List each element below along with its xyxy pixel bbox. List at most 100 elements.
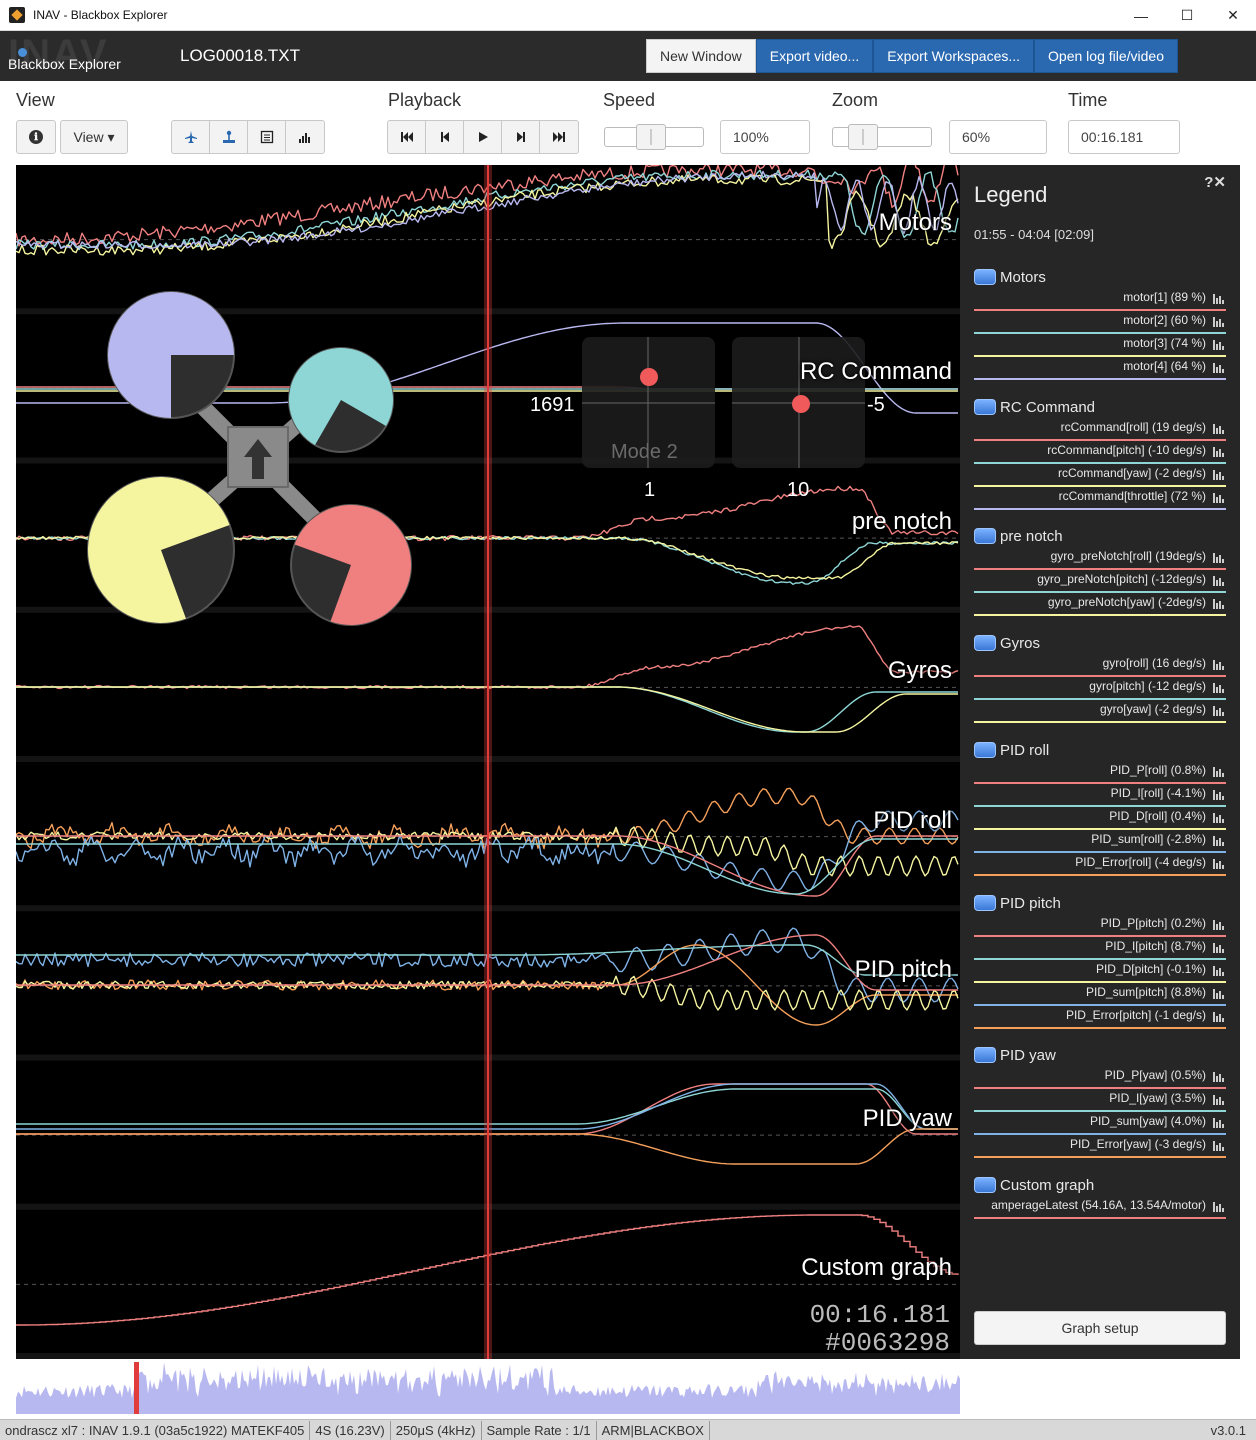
legend-group-header[interactable]: Custom graph bbox=[974, 1173, 1226, 1197]
spectrum-icon[interactable] bbox=[1213, 317, 1224, 327]
legend-item[interactable]: amperageLatest (54.16A, 13.54A/motor) bbox=[974, 1197, 1226, 1220]
speed-slider[interactable] bbox=[604, 124, 704, 150]
legend-item[interactable]: rcCommand[yaw] (-2 deg/s) bbox=[974, 465, 1226, 488]
spectrum-icon[interactable] bbox=[1213, 340, 1224, 350]
spectrum-icon[interactable] bbox=[1213, 813, 1224, 823]
legend-group-toggle[interactable] bbox=[974, 1047, 996, 1063]
legend-item[interactable]: rcCommand[roll] (19 deg/s) bbox=[974, 419, 1226, 442]
spectrum-icon[interactable] bbox=[1213, 294, 1224, 304]
spectrum-icon[interactable] bbox=[1213, 493, 1224, 503]
legend-item[interactable]: PID_I[yaw] (3.5%) bbox=[974, 1090, 1226, 1113]
zoom-slider-handle[interactable] bbox=[848, 124, 878, 150]
legend-item[interactable]: gyro[yaw] (-2 deg/s) bbox=[974, 701, 1226, 724]
table-view-button[interactable] bbox=[248, 121, 286, 153]
spectrum-icon[interactable] bbox=[1213, 966, 1224, 976]
spectrum-icon[interactable] bbox=[1213, 470, 1224, 480]
play-button[interactable] bbox=[464, 121, 502, 153]
legend-group-toggle[interactable] bbox=[974, 635, 996, 651]
legend-item[interactable]: PID_I[pitch] (8.7%) bbox=[974, 938, 1226, 961]
seek-bar[interactable] bbox=[16, 1362, 960, 1414]
speed-input[interactable]: 100% bbox=[720, 120, 810, 154]
spectrum-icon[interactable] bbox=[1213, 599, 1224, 609]
zoom-input[interactable]: 60% bbox=[949, 120, 1047, 154]
spectrum-view-button[interactable] bbox=[286, 121, 324, 153]
legend-item[interactable]: PID_D[pitch] (-0.1%) bbox=[974, 961, 1226, 984]
legend-item[interactable]: motor[1] (89 %) bbox=[974, 289, 1226, 312]
minimize-button[interactable]: — bbox=[1118, 0, 1164, 31]
step-back-button[interactable] bbox=[426, 121, 464, 153]
legend-item[interactable]: PID_Error[yaw] (-3 deg/s) bbox=[974, 1136, 1226, 1159]
spectrum-icon[interactable] bbox=[1213, 943, 1224, 953]
legend-help-close-icon[interactable]: ?✕ bbox=[1204, 173, 1226, 191]
new-window-button[interactable]: New Window bbox=[646, 39, 756, 73]
legend-item[interactable]: motor[3] (74 %) bbox=[974, 335, 1226, 358]
spectrum-icon[interactable] bbox=[1213, 859, 1224, 869]
jump-start-button[interactable] bbox=[388, 121, 426, 153]
zoom-slider[interactable] bbox=[832, 124, 932, 150]
legend-item[interactable]: motor[2] (60 %) bbox=[974, 312, 1226, 335]
view-dropdown-button[interactable]: View ▾ bbox=[60, 120, 128, 154]
legend-item[interactable]: gyro_preNotch[roll] (19deg/s) bbox=[974, 548, 1226, 571]
legend-group-header[interactable]: Motors bbox=[974, 265, 1226, 289]
spectrum-icon[interactable] bbox=[1213, 363, 1224, 373]
legend-group-toggle[interactable] bbox=[974, 1177, 996, 1193]
legend-item[interactable]: PID_P[yaw] (0.5%) bbox=[974, 1067, 1226, 1090]
legend-item[interactable]: PID_D[roll] (0.4%) bbox=[974, 808, 1226, 831]
legend-item[interactable]: PID_sum[roll] (-2.8%) bbox=[974, 831, 1226, 854]
legend-item[interactable]: rcCommand[throttle] (72 %) bbox=[974, 488, 1226, 511]
sticks-view-button[interactable] bbox=[210, 121, 248, 153]
legend-item[interactable]: PID_P[roll] (0.8%) bbox=[974, 762, 1226, 785]
spectrum-icon[interactable] bbox=[1213, 1072, 1224, 1082]
spectrum-icon[interactable] bbox=[1213, 660, 1224, 670]
legend-item[interactable]: gyro[pitch] (-12 deg/s) bbox=[974, 678, 1226, 701]
spectrum-icon[interactable] bbox=[1213, 1095, 1224, 1105]
spectrum-icon[interactable] bbox=[1213, 1118, 1224, 1128]
spectrum-icon[interactable] bbox=[1213, 790, 1224, 800]
legend-group-toggle[interactable] bbox=[974, 269, 996, 285]
spectrum-icon[interactable] bbox=[1213, 706, 1224, 716]
legend-group-toggle[interactable] bbox=[974, 895, 996, 911]
legend-item[interactable]: gyro_preNotch[pitch] (-12deg/s) bbox=[974, 571, 1226, 594]
legend-group-toggle[interactable] bbox=[974, 742, 996, 758]
spectrum-icon[interactable] bbox=[1213, 1202, 1224, 1212]
open-log-button[interactable]: Open log file/video bbox=[1034, 39, 1178, 73]
legend-item[interactable]: gyro_preNotch[yaw] (-2deg/s) bbox=[974, 594, 1226, 617]
spectrum-icon[interactable] bbox=[1213, 576, 1224, 586]
spectrum-icon[interactable] bbox=[1213, 424, 1224, 434]
legend-group-header[interactable]: Gyros bbox=[974, 631, 1226, 655]
legend-item[interactable]: rcCommand[pitch] (-10 deg/s) bbox=[974, 442, 1226, 465]
legend-item[interactable]: motor[4] (64 %) bbox=[974, 358, 1226, 381]
legend-group-toggle[interactable] bbox=[974, 528, 996, 544]
legend-item[interactable]: PID_sum[yaw] (4.0%) bbox=[974, 1113, 1226, 1136]
export-video-button[interactable]: Export video... bbox=[755, 39, 874, 73]
seek-bar-cursor[interactable] bbox=[134, 1362, 139, 1414]
legend-group-header[interactable]: PID yaw bbox=[974, 1043, 1226, 1067]
spectrum-icon[interactable] bbox=[1213, 989, 1224, 999]
spectrum-icon[interactable] bbox=[1213, 683, 1224, 693]
step-forward-button[interactable] bbox=[502, 121, 540, 153]
spectrum-icon[interactable] bbox=[1213, 920, 1224, 930]
info-button[interactable]: ℹ bbox=[16, 120, 56, 154]
export-workspaces-button[interactable]: Export Workspaces... bbox=[873, 39, 1035, 73]
legend-item[interactable]: PID_Error[roll] (-4 deg/s) bbox=[974, 854, 1226, 877]
close-button[interactable]: ✕ bbox=[1210, 0, 1256, 31]
legend-item[interactable]: PID_I[roll] (-4.1%) bbox=[974, 785, 1226, 808]
spectrum-icon[interactable] bbox=[1213, 553, 1224, 563]
graph-setup-button[interactable]: Graph setup bbox=[974, 1311, 1226, 1345]
log-graph-canvas[interactable]: Motors RC Command pre notch Gyros PID ro… bbox=[16, 165, 960, 1359]
legend-group-header[interactable]: PID roll bbox=[974, 738, 1226, 762]
legend-item[interactable]: gyro[roll] (16 deg/s) bbox=[974, 655, 1226, 678]
legend-group-header[interactable]: RC Command bbox=[974, 395, 1226, 419]
spectrum-icon[interactable] bbox=[1213, 767, 1224, 777]
craft-view-button[interactable] bbox=[172, 121, 210, 153]
spectrum-icon[interactable] bbox=[1213, 1141, 1224, 1151]
jump-end-button[interactable] bbox=[540, 121, 578, 153]
legend-group-header[interactable]: pre notch bbox=[974, 524, 1226, 548]
speed-slider-handle[interactable] bbox=[636, 124, 666, 150]
legend-group-toggle[interactable] bbox=[974, 399, 996, 415]
spectrum-icon[interactable] bbox=[1213, 447, 1224, 457]
spectrum-icon[interactable] bbox=[1213, 1012, 1224, 1022]
spectrum-icon[interactable] bbox=[1213, 836, 1224, 846]
maximize-button[interactable]: ☐ bbox=[1164, 0, 1210, 31]
legend-item[interactable]: PID_sum[pitch] (8.8%) bbox=[974, 984, 1226, 1007]
